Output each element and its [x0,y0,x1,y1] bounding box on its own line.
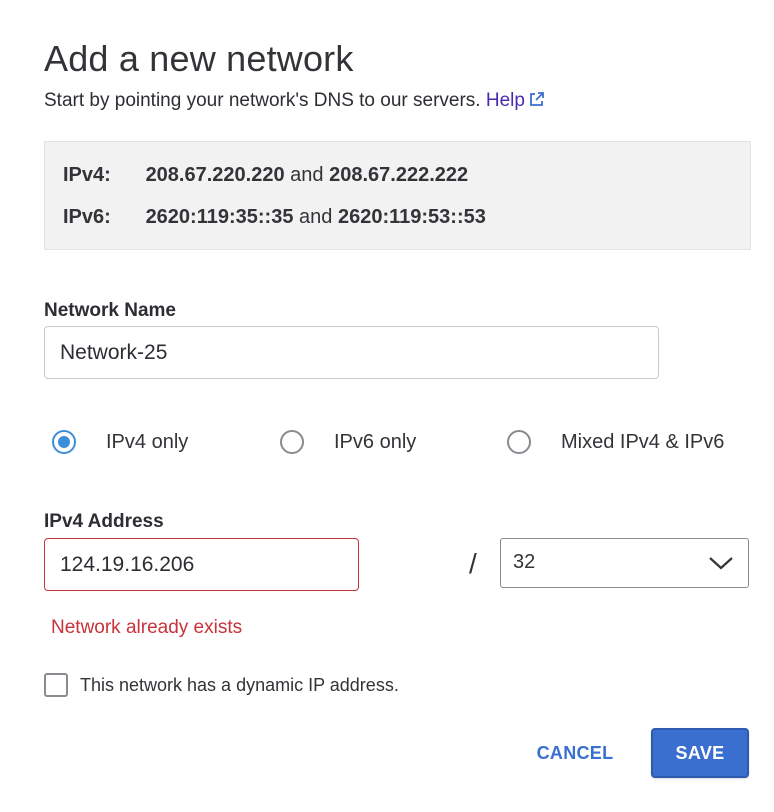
radio-ipv4-label: IPv4 only [106,430,189,453]
radio-mixed-circle [507,430,531,454]
dynamic-ip-checkbox-row[interactable]: This network has a dynamic IP address. [44,673,399,697]
dns-ipv6-primary: 2620:119:35::35 [145,206,294,228]
dns-ipv6-secondary: 2620:119:53::53 [337,206,486,228]
dns-servers-box: IPv4: 208.67.220.220 and 208.67.222.222 … [44,141,751,250]
dialog-subtitle-row: Start by pointing your network's DNS to … [44,90,545,114]
radio-ipv6-label: IPv6 only [334,430,417,453]
radio-mixed-label: Mixed IPv4 & IPv6 [561,430,725,453]
ipv4-address-input[interactable] [44,538,359,591]
dns-ipv4-secondary: 208.67.222.222 [329,164,469,186]
help-link-label: Help [485,90,525,111]
dns-ipv6-label: IPv6: [63,206,111,228]
dialog-title: Add a new network [44,38,354,79]
dns-ipv6-row: IPv6: 2620:119:35::35 and 2620:119:53::5… [63,206,486,229]
dialog-subtitle: Start by pointing your network's DNS to … [44,90,481,111]
dynamic-ip-label: This network has a dynamic IP address. [80,674,399,695]
dynamic-ip-checkbox[interactable] [44,673,68,697]
dns-ipv4-primary: 208.67.220.220 [145,164,285,186]
external-link-icon [528,91,545,114]
dns-ipv4-label: IPv4: [63,164,111,186]
prefix-length-value: 32 [513,551,536,573]
dns-ipv6-and: and [299,206,333,228]
dns-ipv4-and: and [290,164,324,186]
radio-ipv4-circle [52,430,76,454]
prefix-separator: / [469,548,477,579]
address-error-message: Network already exists [51,617,243,638]
radio-mixed[interactable]: Mixed IPv4 & IPv6 [507,430,724,454]
chevron-down-icon [708,555,734,576]
network-name-label: Network Name [44,300,176,321]
save-button[interactable]: SAVE [651,728,749,778]
ipv4-address-label: IPv4 Address [44,511,164,532]
radio-ipv4-only[interactable]: IPv4 only [52,430,188,454]
radio-ipv6-only[interactable]: IPv6 only [280,430,416,454]
ip-version-radio-group: IPv4 only IPv6 only Mixed IPv4 & IPv6 [0,430,774,460]
prefix-length-select[interactable]: 32 [500,538,749,588]
dns-ipv4-row: IPv4: 208.67.220.220 and 208.67.222.222 [63,164,468,187]
help-link[interactable]: Help [486,90,545,111]
cancel-button[interactable]: CANCEL [520,728,630,778]
radio-ipv6-circle [280,430,304,454]
network-name-input[interactable] [44,326,659,379]
